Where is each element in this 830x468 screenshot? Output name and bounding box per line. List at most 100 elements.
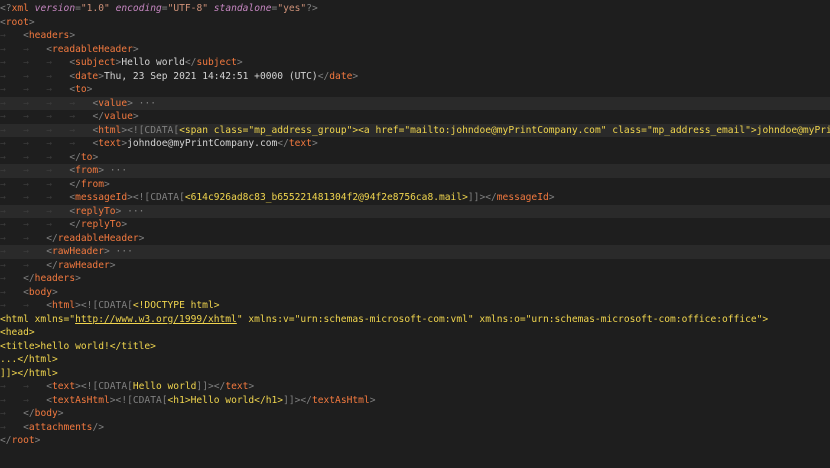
code-line[interactable]: → <body> <box>0 286 830 300</box>
code-token: > <box>57 408 64 419</box>
code-token: root <box>11 435 35 446</box>
indent-guide-icon: → <box>46 192 70 203</box>
code-token: date <box>329 70 353 82</box>
code-line[interactable]: <html xmlns="http://www.w3.org/1999/xhtm… <box>0 313 830 327</box>
code-token: body <box>28 286 52 298</box>
code-token: ?> <box>306 3 318 14</box>
indent-guide-icon: → <box>0 138 24 149</box>
code-token: subject <box>75 57 116 68</box>
indent-guide-icon: → <box>46 219 70 230</box>
code-token: </ <box>485 192 497 203</box>
indent-guide-icon: → <box>23 43 47 55</box>
code-line[interactable]: → <attachments/> <box>0 421 830 435</box>
code-token: > <box>69 30 76 41</box>
code-token: <span class="mp_address_group"><a href="… <box>179 124 830 136</box>
code-line[interactable]: → → → </from> <box>0 178 830 192</box>
code-line[interactable]: → → → <subject>Hello world</subject> <box>0 56 830 70</box>
code-token: subject <box>196 57 237 68</box>
code-token: > <box>86 84 93 95</box>
code-token: value <box>104 111 133 122</box>
code-token: to <box>75 84 87 95</box>
code-line[interactable]: → → </readableHeader> <box>0 232 830 246</box>
code-token: </ <box>317 70 330 82</box>
indent-guide-icon: → <box>23 394 47 406</box>
code-line[interactable]: → → → <date>Thu, 23 Sep 2021 14:42:51 +0… <box>0 70 830 84</box>
code-token: > <box>138 232 145 244</box>
indent-guide-icon: → <box>0 259 24 271</box>
code-token: readableHeader <box>52 43 133 55</box>
indent-guide-icon: → <box>0 192 24 203</box>
code-token: messageId <box>75 192 128 203</box>
code-token: </ <box>46 259 58 271</box>
indent-guide-icon: → <box>23 97 47 109</box>
code-token: root <box>5 16 29 28</box>
indent-guide-icon: → <box>0 84 24 95</box>
code-line[interactable]: → → → <from> ··· <box>0 164 830 178</box>
code-token: ]]> <box>467 192 486 203</box>
code-token: > <box>352 70 359 82</box>
code-token: > <box>248 381 255 392</box>
code-token: ··· <box>132 97 156 109</box>
code-token: /> <box>92 421 104 433</box>
code-line[interactable]: → → <readableHeader> <box>0 43 830 57</box>
code-line[interactable]: → <headers> <box>0 29 830 43</box>
code-token: <head> <box>0 327 35 338</box>
indent-guide-icon: → <box>0 394 24 406</box>
code-token: </ <box>92 111 104 122</box>
code-token: ··· <box>109 246 133 257</box>
indent-guide-icon: → <box>0 70 24 82</box>
code-token: headers <box>28 30 70 41</box>
indent-guide-icon: → <box>0 421 24 433</box>
code-line[interactable]: → → <text><![CDATA[Hello world]]></text> <box>0 380 830 394</box>
code-token: </ <box>0 435 12 446</box>
code-token: html <box>52 300 76 311</box>
code-token: <![CDATA[ <box>127 124 180 136</box>
code-token: > <box>52 286 58 298</box>
indent-guide-icon: → <box>23 246 47 257</box>
code-line[interactable]: → → → → </value> <box>0 110 830 124</box>
code-token: text <box>225 381 249 392</box>
indent-guide-icon: → <box>23 300 47 311</box>
code-line[interactable]: </root> <box>0 434 830 448</box>
code-line[interactable]: → → → <messageId><![CDATA[<614c926ad8c83… <box>0 191 830 205</box>
code-token: > <box>369 394 376 406</box>
indent-guide-icon: → <box>46 70 70 82</box>
code-token: ]]> <box>196 381 214 392</box>
code-line[interactable]: → → → </to> <box>0 151 830 165</box>
code-line[interactable]: → </body> <box>0 407 830 421</box>
code-line[interactable]: → → <rawHeader> ··· <box>0 245 830 259</box>
indent-guide-icon: → <box>0 246 24 257</box>
code-line[interactable]: → </headers> <box>0 272 830 286</box>
indent-guide-icon: → <box>46 165 70 176</box>
code-line[interactable]: <head> <box>0 326 830 340</box>
indent-guide-icon: → <box>46 151 70 163</box>
indent-guide-icon: → <box>23 151 47 163</box>
code-token: <? <box>0 3 12 14</box>
code-token: </ <box>184 57 197 68</box>
code-line[interactable]: → → <textAsHtml><![CDATA[<h1>Hello world… <box>0 394 830 408</box>
code-token: text <box>52 381 76 392</box>
code-token: ]]> <box>283 394 301 406</box>
code-line[interactable]: → → </rawHeader> <box>0 259 830 273</box>
code-token: "1.0" <box>80 3 110 14</box>
code-token: xml <box>11 3 29 14</box>
code-line[interactable]: → → <html><![CDATA[<!DOCTYPE html> <box>0 299 830 313</box>
code-line[interactable]: <root> <box>0 16 830 30</box>
indent-guide-icon: → <box>0 43 24 55</box>
indent-guide-icon: → <box>0 97 24 109</box>
xml-editor[interactable]: <?xml version="1.0" encoding="UTF-8" sta… <box>0 0 830 468</box>
code-line[interactable]: ]]></html> <box>0 367 830 381</box>
code-line[interactable]: <?xml version="1.0" encoding="UTF-8" sta… <box>0 2 830 16</box>
code-line[interactable]: <title>hello world!</title> <box>0 340 830 354</box>
code-line[interactable]: → → → → <text>johndoe@myPrintCompany.com… <box>0 137 830 151</box>
code-line[interactable]: → → → <to> <box>0 83 830 97</box>
code-token: </ <box>213 381 226 392</box>
code-token: from <box>75 165 99 176</box>
code-token: ··· <box>104 165 128 176</box>
code-line[interactable]: → → → <replyTo> ··· <box>0 204 830 218</box>
code-line[interactable]: → → → → <html><![CDATA[<span class="mp_a… <box>0 123 830 137</box>
code-line[interactable]: ...</html> <box>0 353 830 367</box>
indent-guide-icon: → <box>23 70 47 82</box>
code-line[interactable]: → → → </replyTo> <box>0 218 830 232</box>
code-line[interactable]: → → → → <value> ··· <box>0 96 830 110</box>
